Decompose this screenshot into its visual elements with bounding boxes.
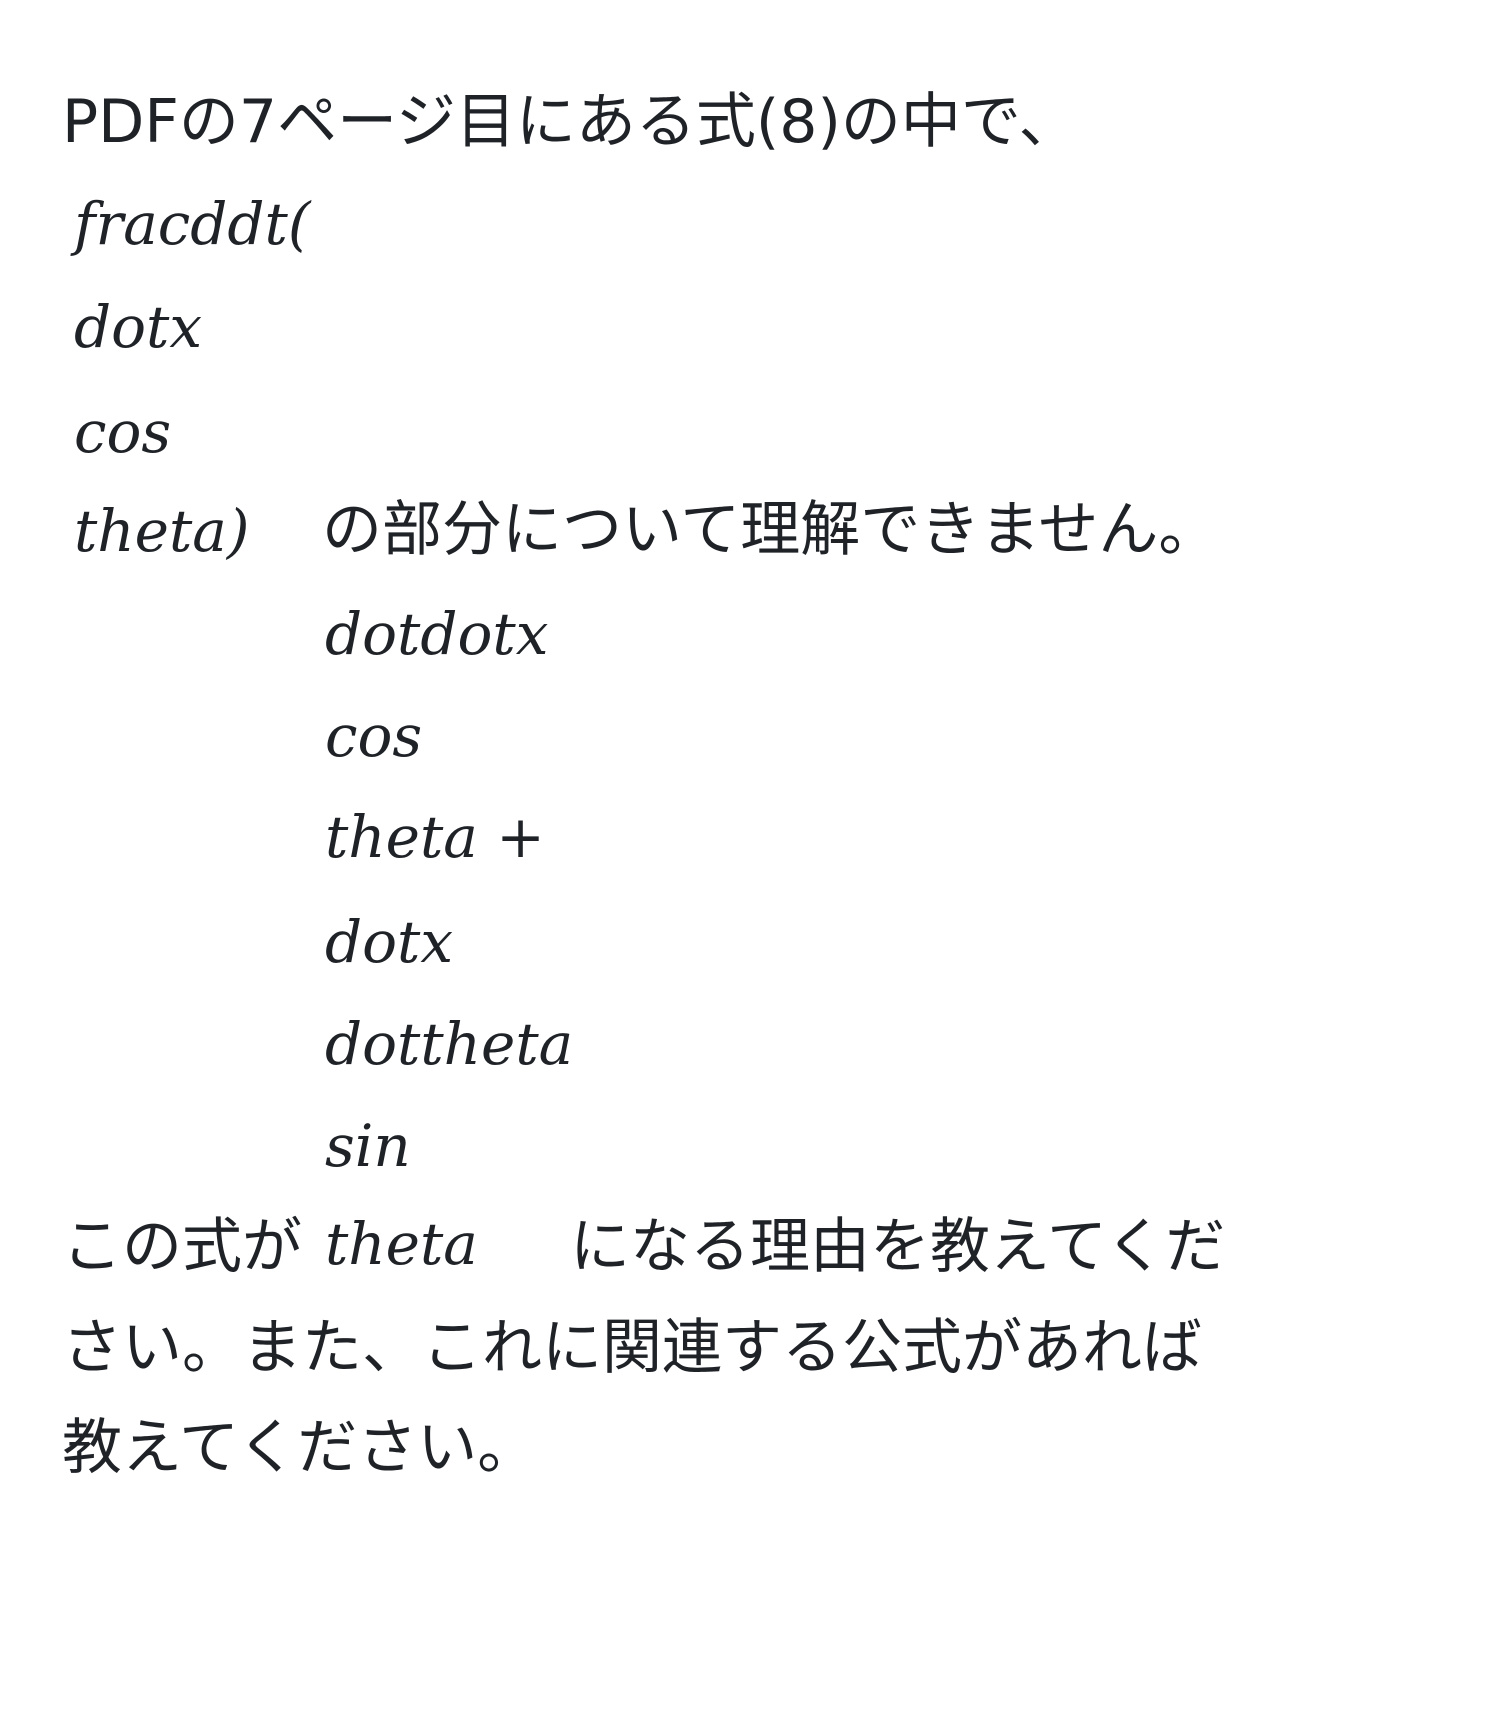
math-fragment-dottheta: dottheta: [325, 1010, 574, 1078]
continuation-line-1: さい。また、これに関連する公式があれば: [62, 1313, 1202, 1383]
last-line-prefix: この式が: [62, 1212, 302, 1282]
math-fragment-cos-2: cos: [325, 702, 423, 770]
intro-text: PDFの7ページ目にある式(8)の中で、: [62, 87, 1079, 157]
question-document: PDFの7ページ目にある式(8)の中で、 fracddt( dotx cos t…: [0, 0, 1500, 1724]
last-line-suffix: になる理由を教えてくだ: [570, 1212, 1226, 1282]
math-fragment-dotdotx: dotdotx: [325, 600, 549, 668]
continuation-line-2: 教えてください。: [62, 1413, 538, 1483]
math-fragment-sin: sin: [325, 1112, 411, 1180]
math-fragment-cos: cos: [74, 398, 172, 466]
math-fragment-theta-plus: theta +: [325, 803, 545, 871]
math-fragment-dotx-2: dotx: [325, 908, 454, 976]
math-fragment-theta-paren: theta): [74, 497, 250, 565]
inline-math-theta: theta: [325, 1210, 478, 1278]
math-fragment-dotx: dotx: [74, 293, 203, 361]
after-math-text: の部分について理解できません。: [322, 495, 1219, 565]
math-fragment-fracddt: fracddt(: [74, 190, 311, 258]
